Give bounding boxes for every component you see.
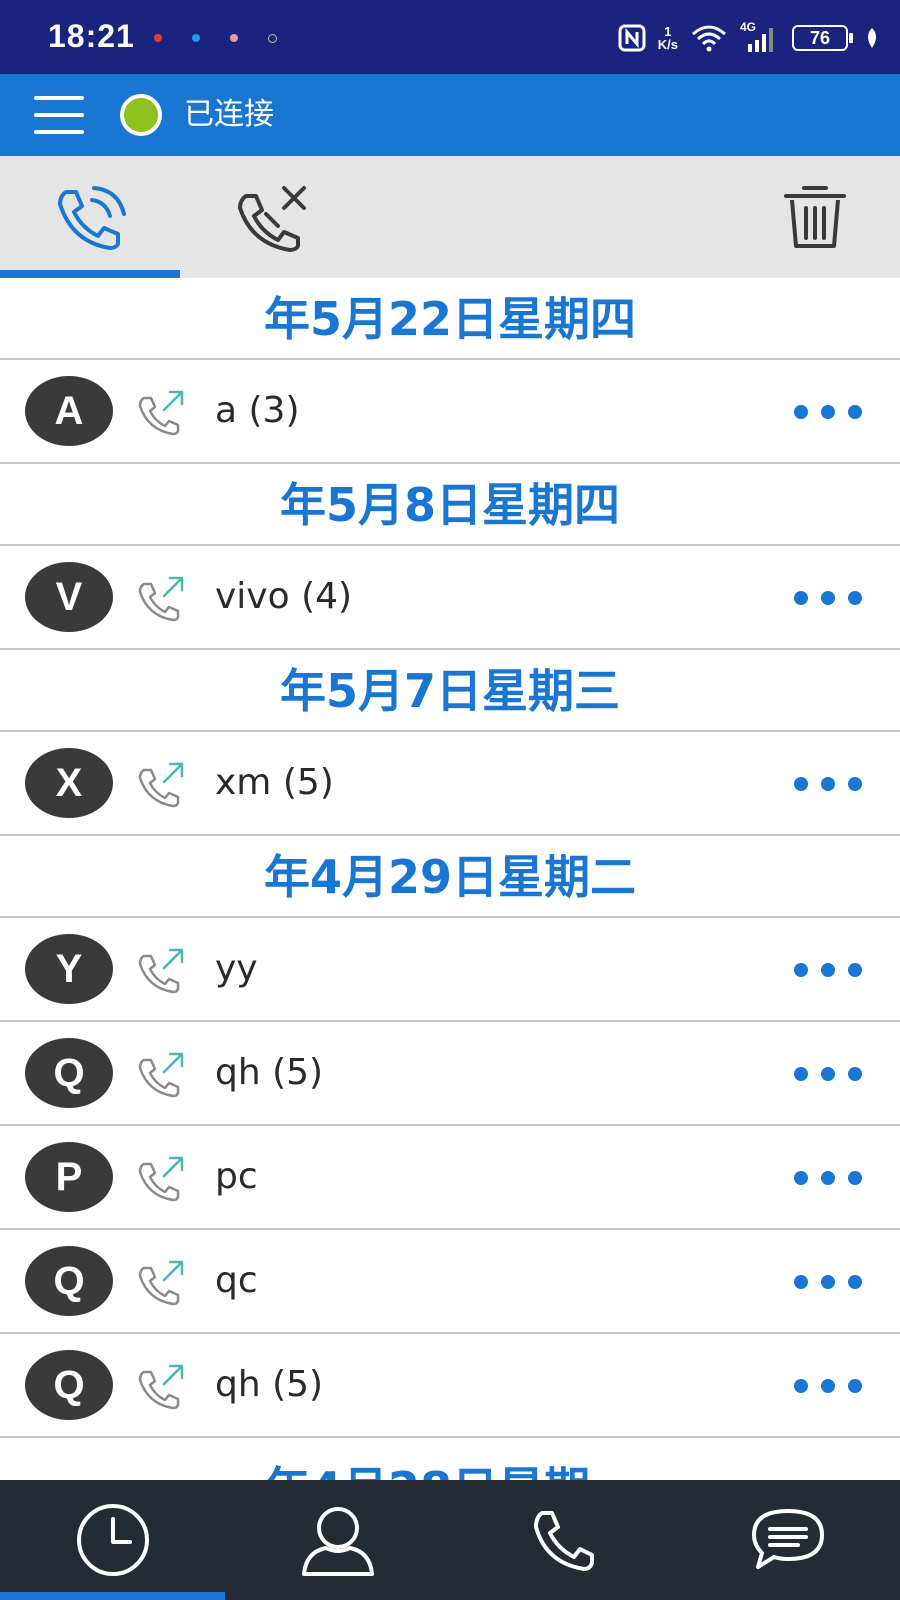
network-speed-unit: K/s	[657, 37, 678, 52]
status-bar: 18:21 1 K/s 4G 76	[0, 0, 900, 74]
date-header-partial-text: 年4月28日星期一	[0, 1448, 900, 1480]
nav-history[interactable]	[0, 1480, 225, 1600]
more-options-button[interactable]	[794, 400, 862, 424]
trash-icon[interactable]	[780, 182, 850, 252]
call-history-list: 年5月22日星期四 A a (3) 年5月8日星期四 V vivo (4) 年5…	[0, 278, 900, 1438]
more-options-button[interactable]	[794, 586, 862, 610]
more-options-button[interactable]	[794, 1166, 862, 1190]
app-bar: 已连接	[0, 74, 900, 156]
avatar: X	[25, 748, 113, 818]
more-options-button[interactable]	[794, 958, 862, 982]
date-header-partial: 年4月28日星期一	[0, 1448, 900, 1480]
contact-name: xm (5)	[215, 762, 334, 803]
outgoing-call-icon	[138, 1260, 184, 1306]
date-header: 年5月7日星期三	[0, 650, 900, 732]
more-options-button[interactable]	[794, 1270, 862, 1294]
nfc-icon	[618, 24, 646, 52]
contact-name: qc	[215, 1260, 258, 1301]
outgoing-call-icon	[138, 1156, 184, 1202]
call-row[interactable]: P pc	[0, 1126, 900, 1230]
tab-missed-calls[interactable]	[180, 156, 360, 278]
menu-button[interactable]	[34, 96, 84, 134]
avatar: Q	[25, 1350, 113, 1420]
contact-name: a (3)	[215, 390, 300, 431]
avatar: Y	[25, 934, 113, 1004]
cell-signal-icon: 4G	[740, 20, 780, 52]
avatar: P	[25, 1142, 113, 1212]
phone-icon	[533, 1511, 594, 1571]
outgoing-call-icon	[138, 390, 184, 436]
call-row[interactable]: V vivo (4)	[0, 546, 900, 650]
battery-indicator: 76	[792, 25, 853, 51]
more-options-button[interactable]	[794, 1374, 862, 1398]
outgoing-call-icon	[138, 762, 184, 808]
nav-contacts[interactable]	[225, 1480, 450, 1600]
call-row[interactable]: A a (3)	[0, 360, 900, 464]
call-row[interactable]: Y yy	[0, 918, 900, 1022]
status-icons: 1 K/s 4G 76	[618, 18, 880, 58]
person-icon	[301, 1507, 374, 1576]
call-filter-tabs	[0, 156, 900, 278]
more-options-button[interactable]	[794, 772, 862, 796]
date-header: 年5月22日星期四	[0, 278, 900, 360]
contact-name: qh (5)	[215, 1364, 324, 1405]
avatar: V	[25, 562, 113, 632]
tab-all-calls[interactable]	[0, 156, 180, 278]
outgoing-call-icon	[138, 1364, 184, 1410]
contact-name: yy	[215, 948, 258, 989]
clock-icon	[76, 1504, 149, 1576]
contact-name: qh (5)	[215, 1052, 324, 1093]
call-row[interactable]: Q qh (5)	[0, 1022, 900, 1126]
network-speed: 1 K/s	[658, 25, 678, 51]
outgoing-call-icon	[138, 948, 184, 994]
leaf-icon	[868, 28, 876, 48]
avatar: Q	[25, 1246, 113, 1316]
notification-icon	[230, 34, 238, 42]
bottom-navigation	[0, 1480, 900, 1600]
notification-icon	[154, 34, 162, 42]
call-row[interactable]: Q qc	[0, 1230, 900, 1334]
outgoing-call-icon	[138, 1052, 184, 1098]
notification-icon	[192, 34, 200, 42]
status-time: 18:21	[48, 18, 135, 54]
wifi-icon	[692, 25, 726, 52]
chat-bubble-icon	[751, 1509, 824, 1569]
avatar: A	[25, 376, 113, 446]
more-options-button[interactable]	[794, 1062, 862, 1086]
avatar: Q	[25, 1038, 113, 1108]
call-row[interactable]: Q qh (5)	[0, 1334, 900, 1438]
outgoing-call-icon	[138, 576, 184, 622]
contact-name: vivo (4)	[215, 576, 353, 617]
network-type: 4G	[740, 20, 757, 34]
nav-messages[interactable]	[675, 1480, 900, 1600]
contact-name: pc	[215, 1156, 258, 1197]
date-header: 年5月8日星期四	[0, 464, 900, 546]
call-history-screen: 18:21 1 K/s 4G 76 已连接 年5月22日星期四 A a (3) …	[0, 0, 900, 1600]
notification-icon	[268, 34, 277, 43]
phone-calls-icon	[58, 186, 126, 250]
call-row[interactable]: X xm (5)	[0, 732, 900, 836]
phone-missed-icon	[238, 186, 306, 252]
nav-dialer[interactable]	[450, 1480, 675, 1600]
connection-status-icon	[120, 94, 162, 136]
connection-status-label: 已连接	[184, 97, 274, 132]
date-header: 年4月29日星期二	[0, 836, 900, 918]
